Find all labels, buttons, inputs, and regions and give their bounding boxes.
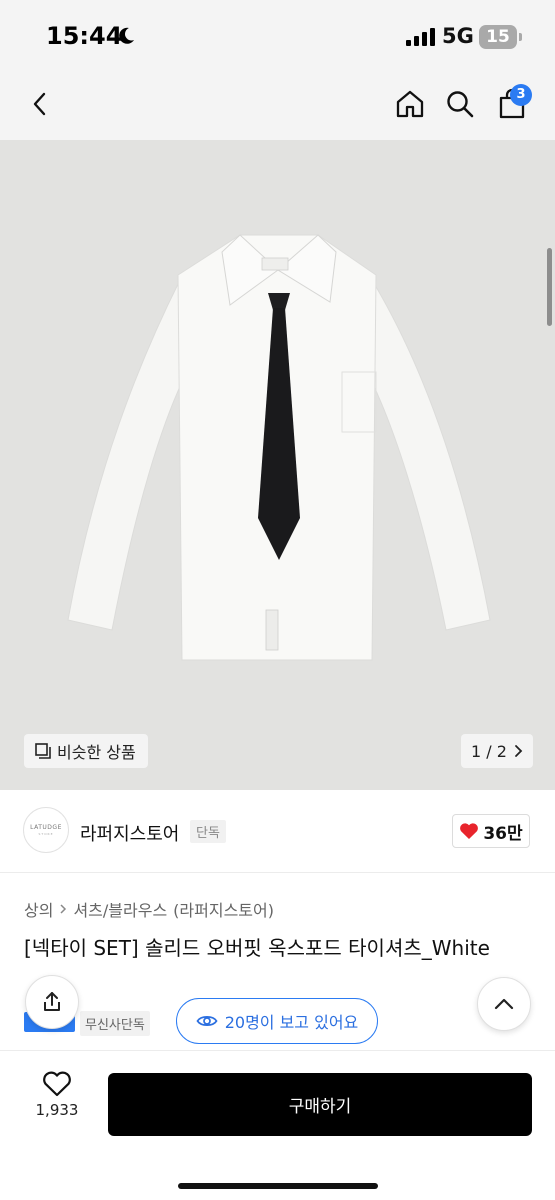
breadcrumb-item[interactable]: 상의	[24, 897, 53, 921]
store-logo-sub: STORE	[38, 832, 54, 836]
store-like-count: 36만	[483, 823, 523, 844]
battery-cap	[519, 33, 522, 41]
breadcrumb-item[interactable]: 셔츠/블라우스	[73, 897, 167, 921]
moon-icon	[119, 27, 134, 44]
product-image-gallery[interactable]	[0, 140, 555, 790]
status-bar: 15:44 5G 15	[0, 0, 555, 72]
home-icon	[396, 90, 424, 118]
search-icon	[447, 91, 474, 118]
store-logo-text: LATUDGE	[30, 824, 62, 831]
purchase-bar: 1,933 구매하기	[0, 1050, 555, 1200]
nav-bar	[0, 72, 555, 140]
buy-button[interactable]: 구매하기	[108, 1073, 532, 1136]
eye-icon	[196, 1016, 218, 1026]
store-exclusive-tag: 단독	[190, 820, 226, 843]
home-indicator[interactable]	[178, 1183, 378, 1189]
breadcrumb-item[interactable]: (라퍼지스토어)	[173, 897, 274, 921]
battery-icon: 15	[479, 25, 517, 49]
search-button[interactable]	[440, 84, 480, 124]
back-chevron-icon	[33, 92, 46, 116]
cart-count-badge: 3	[510, 84, 532, 106]
store-row: LATUDGE STORE 라퍼지스토어 단독 36만	[0, 790, 555, 872]
status-time: 15:44	[46, 22, 123, 50]
viewers-badge: 20명이 보고 있어요	[176, 998, 378, 1044]
scroll-indicator	[547, 248, 552, 326]
wishlist-button[interactable]: 1,933	[22, 1071, 92, 1119]
share-icon	[44, 992, 60, 1011]
product-photo-shirt	[0, 140, 555, 790]
home-button[interactable]	[390, 84, 430, 124]
viewers-text: 20명이 보고 있어요	[224, 1013, 359, 1032]
page-indicator-text: 1 / 2	[471, 741, 507, 761]
chevron-right-icon	[515, 745, 523, 757]
chevron-up-icon	[494, 998, 514, 1010]
section-divider	[0, 872, 555, 873]
image-page-indicator[interactable]: 1 / 2	[461, 734, 533, 768]
signal-icon	[406, 28, 435, 46]
heart-outline-icon	[43, 1071, 71, 1097]
heart-filled-icon	[460, 823, 479, 839]
musinsa-exclusive-label: 무신사단독	[80, 1011, 150, 1036]
store-like-button[interactable]: 36만	[452, 814, 530, 848]
store-name[interactable]: 라퍼지스토어	[80, 820, 179, 846]
back-button[interactable]	[20, 84, 60, 124]
similar-products-label: 비슷한 상품	[57, 743, 136, 762]
wishlist-count: 1,933	[35, 1101, 79, 1119]
network-label: 5G	[442, 24, 474, 48]
product-title: [넥타이 SET] 솔리드 오버핏 옥스포드 타이셔츠_White	[24, 936, 490, 960]
store-logo[interactable]: LATUDGE STORE	[23, 807, 69, 853]
breadcrumb: 상의 셔츠/블라우스 (라퍼지스토어)	[24, 897, 274, 921]
similar-items-icon	[35, 743, 51, 759]
scroll-top-button[interactable]	[477, 977, 531, 1031]
share-button[interactable]	[25, 975, 79, 1029]
chevron-right-icon	[60, 904, 67, 914]
similar-products-button[interactable]: 비슷한 상품	[24, 734, 148, 768]
